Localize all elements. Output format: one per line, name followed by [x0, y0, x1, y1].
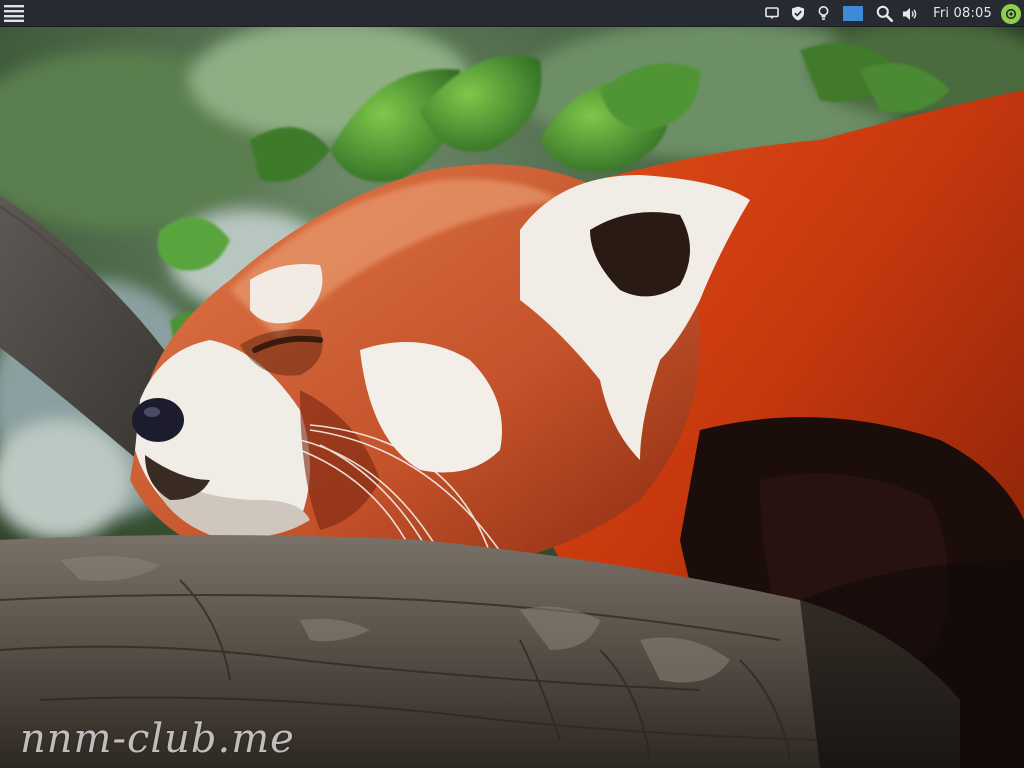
notifications-icon — [765, 7, 779, 19]
lightbulb-icon — [818, 6, 829, 20]
search-icon — [876, 5, 893, 22]
application-menu-button[interactable] — [3, 2, 25, 24]
redshift-button[interactable] — [811, 0, 835, 27]
search-button[interactable] — [871, 0, 897, 27]
desktop-wallpaper — [0, 27, 1024, 768]
system-tray: Fri 08:05 — [759, 0, 1024, 27]
volume-button[interactable] — [897, 0, 923, 27]
session-menu-button[interactable] — [1000, 0, 1024, 27]
volume-icon — [903, 7, 917, 20]
watermark-text: nnm-club.me — [20, 716, 295, 762]
red-panda-wallpaper — [0, 27, 1024, 768]
desktop: Fri 08:05 nnm-club.me — [0, 0, 1024, 768]
security-button[interactable] — [785, 0, 811, 27]
hamburger-menu-icon — [4, 5, 24, 22]
top-panel: Fri 08:05 — [0, 0, 1024, 27]
workspace-switcher[interactable] — [835, 0, 871, 27]
clock[interactable]: Fri 08:05 — [923, 0, 1000, 27]
workspace-icon — [843, 6, 864, 21]
power-icon — [1000, 3, 1021, 24]
notifications-button[interactable] — [759, 0, 785, 27]
shield-icon — [792, 6, 805, 21]
